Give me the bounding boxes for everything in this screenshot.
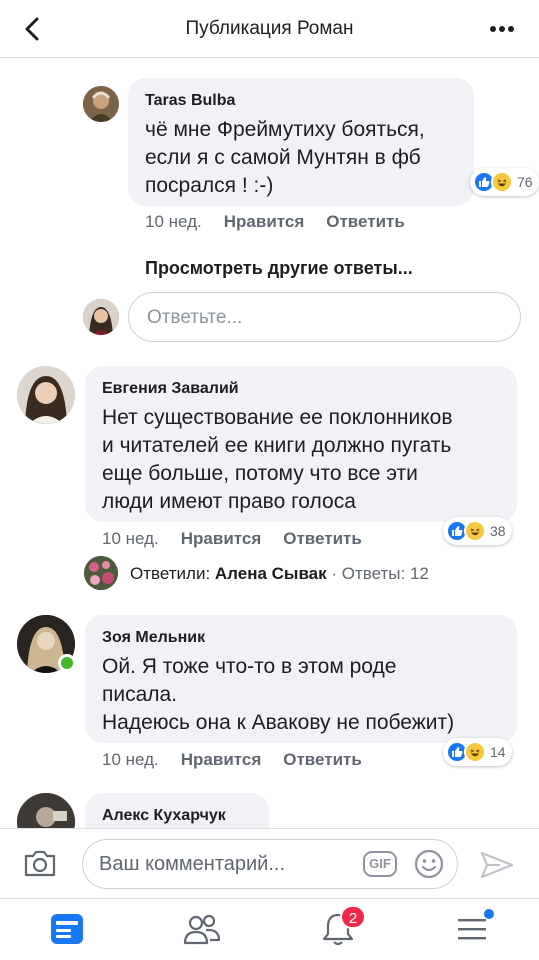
comment-text: Нет существование ее поклонников и читат…: [102, 404, 453, 516]
reply-link[interactable]: Ответить: [283, 750, 362, 769]
reply-input[interactable]: Ответьте...: [128, 292, 521, 342]
view-more-replies-link[interactable]: Просмотреть другие ответы...: [145, 258, 413, 279]
page-title: Публикация Роман: [185, 18, 354, 39]
avatar[interactable]: [17, 366, 75, 424]
camera-icon[interactable]: [22, 847, 58, 879]
comment-input-placeholder: Ваш комментарий...: [99, 853, 286, 875]
comment-line: и читателей ее книги должно пугать: [102, 434, 452, 457]
comment-meta: 10 нед. Нравится Ответить: [102, 750, 362, 770]
comment-line: если я с самой Мунтян в фб: [145, 146, 421, 169]
reply-link[interactable]: Ответить: [283, 529, 362, 548]
comment-text: Ой. Я тоже что-то в этом роде писала. На…: [102, 653, 454, 737]
reactions-summary[interactable]: 76: [470, 168, 539, 196]
comment-line: чё мне Фреймутиху бояться,: [145, 118, 425, 141]
replies-author: Алена Сывак: [214, 564, 327, 583]
comment-time: 10 нед.: [102, 750, 159, 769]
friends-icon[interactable]: [182, 911, 222, 947]
comment-composer: Ваш комментарий... GIF: [0, 828, 539, 898]
reactions-summary[interactable]: 38: [443, 517, 512, 545]
comment-author[interactable]: Евгения Завалий: [102, 380, 239, 398]
comment-text: чё мне Фреймутиху бояться, если я с само…: [145, 116, 425, 200]
comment-author[interactable]: Зоя Мельник: [102, 629, 205, 647]
comment-line: Ой. Я тоже что-то в этом роде: [102, 655, 397, 678]
online-status-dot: [58, 654, 76, 672]
comment-bubble[interactable]: Евгения Завалий Нет существование ее пок…: [85, 366, 517, 522]
avatar[interactable]: [83, 86, 119, 122]
emoji-icon[interactable]: [413, 848, 445, 880]
like-link[interactable]: Нравится: [224, 212, 305, 231]
comment-author[interactable]: Taras Bulba: [145, 92, 235, 110]
comment-time: 10 нед.: [102, 529, 159, 548]
reaction-count: 76: [517, 174, 533, 190]
reply-input-placeholder: Ответьте...: [147, 307, 243, 328]
comment-input[interactable]: Ваш комментарий... GIF: [82, 839, 458, 889]
replies-count: · Ответы: 12: [326, 564, 429, 583]
haha-reaction-icon: [464, 520, 486, 542]
comment-meta: 10 нед. Нравится Ответить: [145, 212, 405, 232]
like-link[interactable]: Нравится: [181, 529, 262, 548]
reactions-summary[interactable]: 14: [443, 738, 512, 766]
send-icon[interactable]: [478, 849, 516, 881]
comment-time: 10 нед.: [145, 212, 202, 231]
haha-reaction-icon: [491, 171, 513, 193]
avatar: [83, 299, 119, 335]
reaction-count: 38: [490, 523, 506, 539]
reaction-count: 14: [490, 744, 506, 760]
like-link[interactable]: Нравится: [181, 750, 262, 769]
more-options-icon[interactable]: [485, 14, 519, 44]
comment-line: писала.: [102, 683, 178, 706]
avatar: [84, 556, 118, 590]
replies-summary-link[interactable]: Ответили: Алена Сывак · Ответы: 12: [130, 564, 429, 584]
gif-button[interactable]: GIF: [363, 851, 397, 877]
comment-meta: 10 нед. Нравится Ответить: [102, 529, 362, 549]
comment-bubble[interactable]: Taras Bulba чё мне Фреймутиху бояться, е…: [128, 78, 474, 206]
bottom-tab-bar: 2: [0, 898, 539, 960]
reply-link[interactable]: Ответить: [326, 212, 405, 231]
comment-author[interactable]: Алекс Кухарчук: [102, 807, 226, 825]
notifications-badge: 2: [340, 905, 366, 929]
replies-prefix: Ответили:: [130, 564, 215, 583]
top-bar: Публикация Роман: [0, 0, 539, 58]
comment-line: посрался ! :-): [145, 174, 274, 197]
haha-reaction-icon: [464, 741, 486, 763]
comment-bubble[interactable]: Зоя Мельник Ой. Я тоже что-то в этом род…: [85, 615, 517, 743]
news-feed-icon[interactable]: [47, 911, 87, 947]
comment-line: Надеюсь она к Авакову не побежит): [102, 711, 455, 734]
menu-update-dot: [484, 909, 494, 919]
comment-line: еще больше, потому что все эти: [102, 462, 418, 485]
comment-line: Нет существование ее поклонников: [102, 406, 453, 429]
comment-line: люди имеют право голоса: [102, 490, 356, 513]
